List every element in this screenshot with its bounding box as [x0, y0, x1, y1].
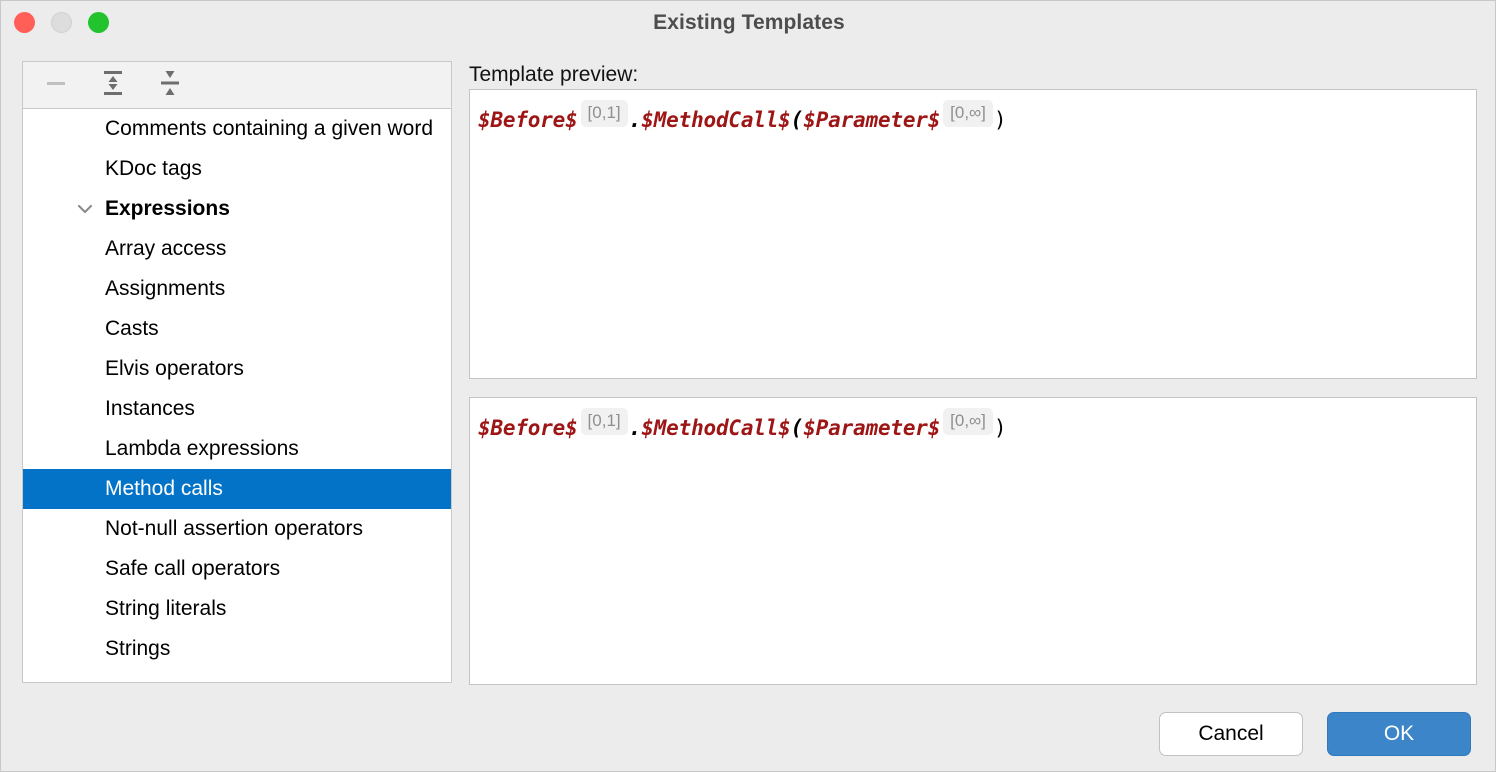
tree-item-label: Safe call operators: [105, 557, 281, 580]
title-bar: Existing Templates: [1, 1, 1495, 45]
tree-item-label: Lambda expressions: [105, 437, 299, 460]
template-preview-box-2[interactable]: $Before$ [0,1] .$MethodCall$($Parameter$ [0…: [469, 397, 1477, 685]
template-variable: $Parameter$: [803, 108, 941, 132]
template-variable: $MethodCall$: [641, 416, 791, 440]
maximize-window-button[interactable]: [88, 12, 109, 33]
occurrence-count-badge: [0,∞]: [943, 408, 993, 435]
tree-item[interactable]: Instances: [23, 389, 451, 429]
tree-item-label: Comments containing a given word: [105, 117, 434, 140]
tree-item[interactable]: Casts: [23, 309, 451, 349]
tree-item[interactable]: Expressions: [23, 189, 451, 229]
tree-item-label: String literals: [105, 597, 227, 620]
code-punctuation: (: [790, 108, 804, 132]
code-punctuation: ): [993, 108, 1007, 132]
template-preview-code-1: $Before$ [0,1] .$MethodCall$($Parameter$ [0…: [470, 90, 1476, 136]
code-punctuation: (: [790, 416, 804, 440]
collapse-all-icon: [156, 69, 184, 102]
cancel-button[interactable]: Cancel: [1159, 712, 1303, 756]
tree-item-label: Not-null assertion operators: [105, 517, 363, 540]
code-punctuation: .: [628, 108, 642, 132]
code-punctuation: ): [993, 416, 1007, 440]
template-preview-code-2: $Before$ [0,1] .$MethodCall$($Parameter$ [0…: [470, 398, 1476, 444]
tree-item-label: KDoc tags: [105, 157, 202, 180]
remove-template-button[interactable]: [39, 70, 73, 100]
template-variable: $Before$: [478, 416, 578, 440]
templates-tree[interactable]: Comments containing a given word KDoc tag…: [23, 109, 451, 681]
tree-item-label: Assignments: [105, 277, 226, 300]
tree-item-label: Casts: [105, 317, 159, 340]
occurrence-count-badge: [0,∞]: [943, 100, 993, 127]
occurrence-count-badge: [0,1]: [580, 100, 628, 127]
tree-item[interactable]: Array access: [23, 229, 451, 269]
expand-all-icon: [99, 69, 127, 102]
page-title: Existing Templates: [653, 11, 845, 34]
existing-templates-dialog: Existing Templates Comments containing a…: [0, 0, 1496, 772]
tree-item[interactable]: Assignments: [23, 269, 451, 309]
template-preview-label: Template preview:: [469, 63, 639, 86]
occurrence-count-badge: [0,1]: [580, 408, 628, 435]
tree-item-label: Elvis operators: [105, 357, 244, 380]
expand-all-button[interactable]: [96, 70, 130, 100]
tree-item[interactable]: Method calls: [23, 469, 451, 509]
template-variable: $Before$: [478, 108, 578, 132]
code-punctuation: .: [628, 416, 642, 440]
tree-item[interactable]: Elvis operators: [23, 349, 451, 389]
tree-item[interactable]: Not-null assertion operators: [23, 509, 451, 549]
collapse-all-button[interactable]: [153, 70, 187, 100]
close-window-button[interactable]: [14, 12, 35, 33]
tree-item-label: Strings: [105, 637, 171, 660]
ok-button[interactable]: OK: [1327, 712, 1471, 756]
template-preview-box-1[interactable]: $Before$ [0,1] .$MethodCall$($Parameter$ [0…: [469, 89, 1477, 379]
tree-item-label: Array access: [105, 237, 227, 260]
tree-item-label: Method calls: [105, 477, 223, 500]
template-variable: $MethodCall$: [641, 108, 791, 132]
chevron-down-icon[interactable]: [67, 199, 103, 219]
templates-tree-panel[interactable]: Comments containing a given word KDoc tag…: [22, 109, 452, 683]
minimize-window-button[interactable]: [51, 12, 72, 33]
tree-item[interactable]: Safe call operators: [23, 549, 451, 589]
tree-item[interactable]: KDoc tags: [23, 149, 451, 189]
tree-item[interactable]: String literals: [23, 589, 451, 629]
tree-item-label: Expressions: [105, 197, 230, 220]
tree-item[interactable]: Strings: [23, 629, 451, 669]
tree-toolbar: [22, 61, 452, 109]
tree-item[interactable]: Lambda expressions: [23, 429, 451, 469]
template-variable: $Parameter$: [803, 416, 941, 440]
tree-item[interactable]: Comments containing a given word: [23, 109, 451, 149]
tree-item-label: Instances: [105, 397, 195, 420]
minus-icon: [43, 70, 69, 101]
window-controls: [14, 12, 109, 33]
